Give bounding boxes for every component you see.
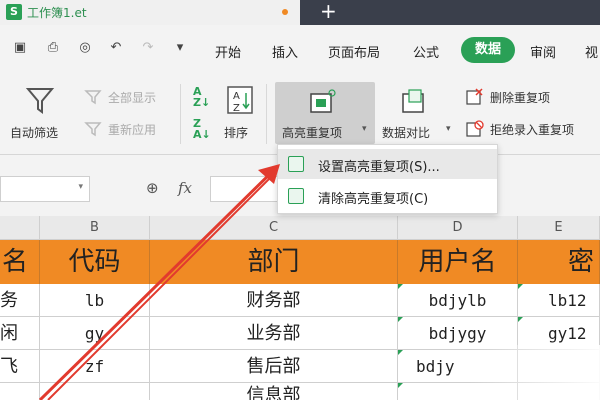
annotation-arrow	[38, 164, 280, 400]
